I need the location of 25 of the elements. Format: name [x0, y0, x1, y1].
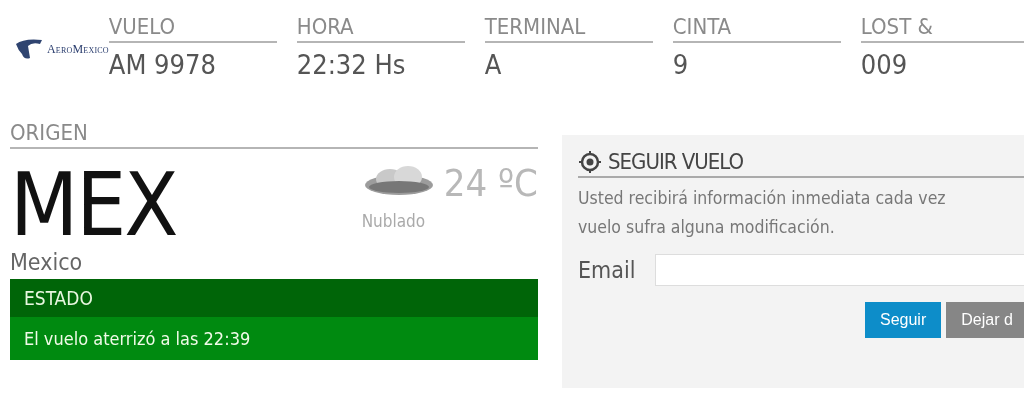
info-value: 22:32 Hs	[296, 49, 407, 81]
info-value: 009	[860, 49, 909, 81]
email-field[interactable]	[655, 254, 1024, 286]
city-name: Mexico	[10, 249, 84, 275]
info-label: LOST &	[860, 14, 1024, 43]
email-label: Email	[578, 257, 636, 283]
info-label: VUELO	[108, 14, 277, 43]
info-label: CINTA	[672, 14, 841, 43]
airline-logo-text: AeroMexico	[47, 41, 109, 57]
info-value: AM 9978	[108, 49, 217, 81]
info-value: A	[484, 49, 503, 81]
status-message: El vuelo aterrizó a las 22:39	[23, 327, 252, 351]
follow-button[interactable]: Seguir	[865, 302, 942, 338]
info-value: 9	[672, 49, 690, 81]
target-icon	[578, 149, 602, 174]
panel-title: SEGUIR VUELO	[608, 149, 744, 174]
weather-condition: Nublado	[361, 211, 426, 231]
info-label: TERMINAL	[484, 14, 653, 43]
description: Usted recibirá información inmediata cada vez vuelo sufra alguna modificación.	[578, 187, 947, 239]
status-title: ESTADO	[10, 279, 538, 317]
unfollow-button[interactable]: Dejar d	[946, 302, 1024, 338]
info-label: HORA	[296, 14, 465, 43]
temperature: 24 ºC	[443, 163, 538, 203]
section-label: ORIGEN	[10, 120, 538, 149]
airport-code: MEX	[10, 161, 177, 249]
